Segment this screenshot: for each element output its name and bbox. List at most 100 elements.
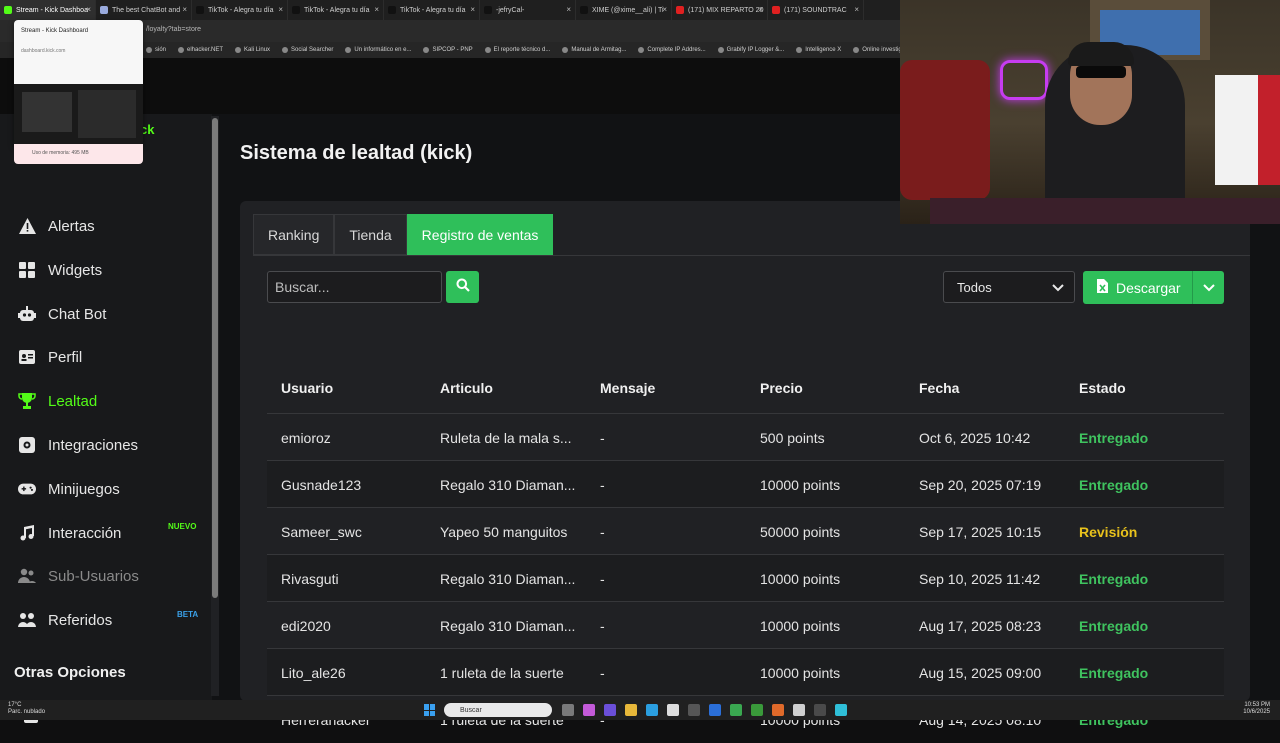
sidebar-item-chat-bot[interactable]: Chat Bot bbox=[18, 300, 208, 328]
search-button[interactable] bbox=[446, 271, 479, 303]
close-icon[interactable]: × bbox=[662, 5, 667, 14]
table-row[interactable]: Sameer_swc Yapeo 50 manguitos - 50000 point… bbox=[267, 507, 1224, 554]
cell-usuario: edi2020 bbox=[281, 617, 331, 634]
page-title: Sistema de lealtad (kick) bbox=[240, 142, 473, 164]
xbox-icon[interactable] bbox=[751, 704, 763, 716]
sidebar-item-widgets[interactable]: Widgets bbox=[18, 256, 208, 284]
search-input[interactable] bbox=[267, 271, 442, 303]
bookmark-item[interactable]: elhacker.NET bbox=[178, 47, 223, 53]
bookmark-label: Grabify IP Logger &... bbox=[726, 47, 785, 53]
close-icon[interactable]: × bbox=[374, 5, 379, 14]
close-icon[interactable]: × bbox=[86, 5, 91, 14]
firefox-icon[interactable] bbox=[772, 704, 784, 716]
os-taskbar: 17°C Parc. nublado Buscar 10:53 PM 10/6/… bbox=[0, 700, 1280, 720]
app-icon[interactable] bbox=[814, 704, 826, 716]
column-header-fecha[interactable]: Fecha bbox=[919, 380, 959, 396]
bookmark-item[interactable]: Manual de Armitag... bbox=[562, 47, 626, 53]
weather-widget[interactable]: 17°C Parc. nublado bbox=[8, 702, 45, 716]
bookmark-item[interactable]: SIPCOP - PNP bbox=[423, 47, 473, 53]
cell-fecha: Aug 17, 2025 08:23 bbox=[919, 617, 1042, 634]
table-row[interactable]: Rivasguti Regalo 310 Diaman... - 10000 poin… bbox=[267, 554, 1224, 601]
integrations-icon bbox=[18, 436, 36, 454]
sidebar-item-integraciones[interactable]: Integraciones bbox=[18, 431, 208, 459]
close-icon[interactable]: × bbox=[566, 5, 571, 14]
system-clock[interactable]: 10:53 PM 10/6/2025 bbox=[1243, 702, 1270, 716]
browser-tab[interactable]: -jefryCal- × bbox=[480, 0, 576, 20]
tab-registro-de-ventas[interactable]: Registro de ventas bbox=[406, 214, 554, 255]
sidebar-item-alertas[interactable]: Alertas bbox=[18, 212, 208, 240]
sidebar-item-perfil[interactable]: Perfil bbox=[18, 343, 208, 371]
app-icon[interactable] bbox=[709, 704, 721, 716]
file-explorer-icon[interactable] bbox=[625, 704, 637, 716]
close-icon[interactable]: × bbox=[854, 5, 859, 14]
column-header-usuario[interactable]: Usuario bbox=[281, 380, 333, 396]
tab-ranking[interactable]: Ranking bbox=[253, 214, 335, 255]
windows-start-icon[interactable] bbox=[424, 704, 436, 716]
sidebar-item-sub-usuarios[interactable]: Sub-Usuarios bbox=[18, 562, 208, 590]
download-button[interactable]: Descargar bbox=[1083, 271, 1192, 304]
browser-tab[interactable]: The best ChatBot and × bbox=[96, 0, 192, 20]
cell-fecha: Sep 17, 2025 10:15 bbox=[919, 523, 1042, 540]
teams-icon[interactable] bbox=[604, 704, 616, 716]
gamepad-icon bbox=[18, 480, 36, 498]
app-icon[interactable] bbox=[793, 704, 805, 716]
browser-tab[interactable]: TikTok - Alegra tu día × bbox=[288, 0, 384, 20]
task-view-icon[interactable] bbox=[562, 704, 574, 716]
column-header-articulo[interactable]: Articulo bbox=[440, 380, 493, 396]
bookmark-item[interactable]: Grabify IP Logger &... bbox=[717, 47, 785, 53]
table-row[interactable]: Gusnade123 Regalo 310 Diaman... - 10000 poi… bbox=[267, 460, 1224, 507]
chrome-icon[interactable] bbox=[730, 704, 742, 716]
sidebar-item-minijuegos[interactable]: Minijuegos bbox=[18, 475, 208, 503]
copilot-icon[interactable] bbox=[583, 704, 595, 716]
close-icon[interactable]: × bbox=[470, 5, 475, 14]
bookmark-icon bbox=[345, 47, 352, 53]
scrollbar-thumb[interactable] bbox=[212, 118, 218, 598]
address-url[interactable]: /loyalty?tab=store bbox=[146, 26, 201, 33]
browser-tab[interactable]: Stream - Kick Dashboa × bbox=[0, 0, 96, 20]
trophy-icon bbox=[18, 392, 36, 410]
table-row[interactable]: Lito_ale26 1 ruleta de la suerte - 10000 po… bbox=[267, 648, 1224, 695]
bookmark-item[interactable]: Social Searcher bbox=[282, 47, 333, 53]
bookmark-item[interactable]: Complete IP Addres... bbox=[638, 47, 706, 53]
tab-favicon bbox=[100, 6, 108, 14]
sidebar-item-label: Referidos bbox=[48, 611, 113, 629]
store-icon[interactable] bbox=[667, 704, 679, 716]
tab-tienda[interactable]: Tienda bbox=[334, 214, 407, 255]
music-icon bbox=[18, 524, 36, 542]
status-filter-select[interactable]: Todos bbox=[943, 271, 1075, 303]
browser-tab[interactable]: (171) MIX REPARTO 20 × bbox=[672, 0, 768, 20]
column-header-mensaje[interactable]: Mensaje bbox=[600, 380, 655, 396]
column-header-estado[interactable]: Estado bbox=[1079, 380, 1126, 396]
browser-tab[interactable]: TikTok - Alegra tu día × bbox=[384, 0, 480, 20]
download-options-button[interactable] bbox=[1192, 271, 1224, 304]
bookmark-label: Intelligence X bbox=[805, 47, 842, 53]
bookmark-item[interactable]: Intelligence X bbox=[796, 47, 841, 53]
bookmark-item[interactable]: sión bbox=[146, 47, 166, 53]
cell-precio: 50000 points bbox=[760, 523, 841, 540]
browser-tab[interactable]: XIME (@xime__ali) | Ti × bbox=[576, 0, 672, 20]
browser-tab[interactable]: TikTok - Alegra tu día × bbox=[192, 0, 288, 20]
bookmark-item[interactable]: Un informático en e... bbox=[345, 47, 411, 53]
table-row[interactable]: edi2020 Regalo 310 Diaman... - 10000 points… bbox=[267, 601, 1224, 648]
sidebar-scrollbar[interactable] bbox=[211, 116, 219, 696]
bookmark-label: El reporte técnico d... bbox=[493, 47, 551, 53]
column-header-precio[interactable]: Precio bbox=[760, 380, 803, 396]
bookmark-label: elhacker.NET bbox=[187, 47, 224, 53]
search-icon bbox=[456, 278, 470, 297]
tab-favicon bbox=[196, 6, 204, 14]
browser-tab[interactable]: (171) SOUNDTRAC × bbox=[768, 0, 864, 20]
taskbar-search[interactable]: Buscar bbox=[444, 703, 552, 717]
table-row[interactable]: emioroz Ruleta de la mala s... - 500 points… bbox=[267, 413, 1224, 460]
close-icon[interactable]: × bbox=[182, 5, 187, 14]
new-badge: NUEVO bbox=[168, 522, 197, 531]
close-icon[interactable]: × bbox=[758, 5, 763, 14]
bookmark-icon bbox=[235, 47, 242, 53]
bookmark-item[interactable]: Kali Linux bbox=[235, 47, 270, 53]
sidebar-item-lealtad[interactable]: Lealtad bbox=[18, 387, 208, 415]
app-icon[interactable] bbox=[688, 704, 700, 716]
close-icon[interactable]: × bbox=[278, 5, 283, 14]
tab-favicon bbox=[4, 6, 12, 14]
bookmark-item[interactable]: El reporte técnico d... bbox=[484, 47, 551, 53]
app-icon[interactable] bbox=[835, 704, 847, 716]
edge-icon[interactable] bbox=[646, 704, 658, 716]
